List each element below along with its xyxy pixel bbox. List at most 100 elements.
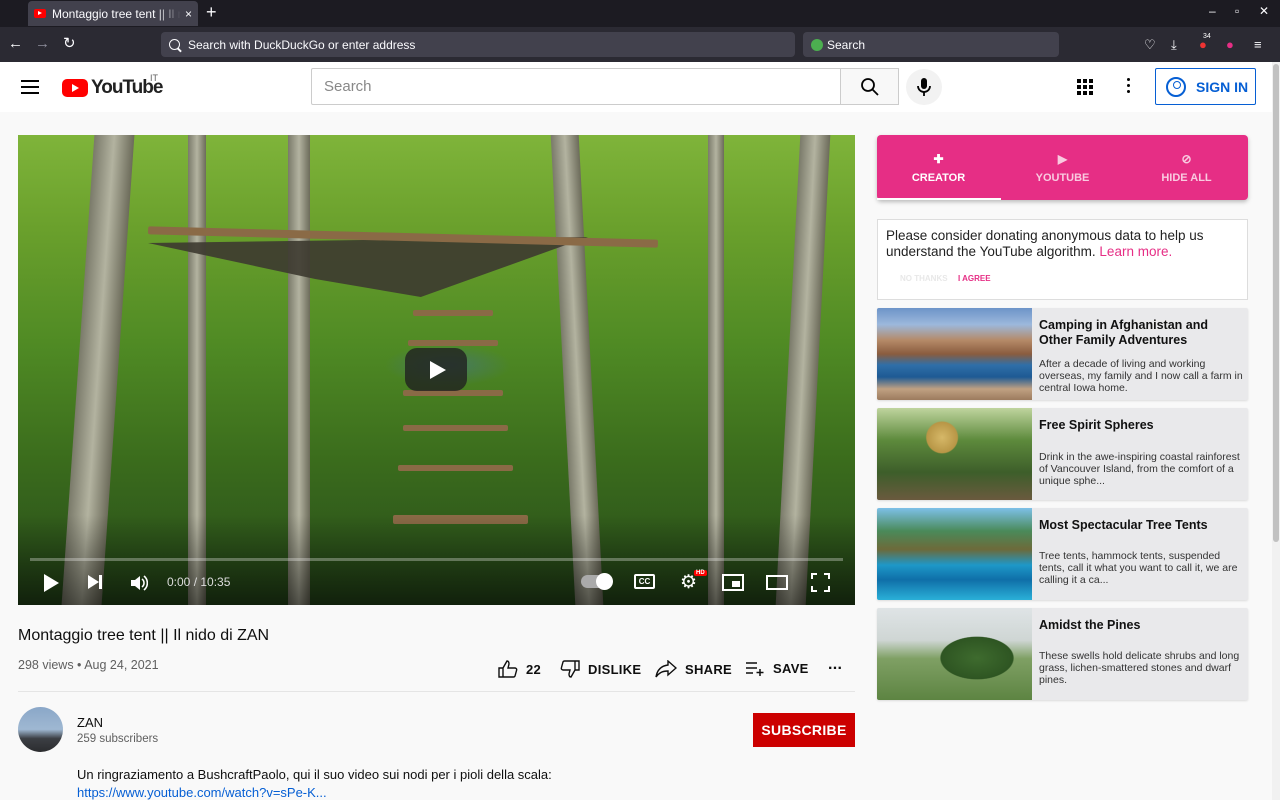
video-description: Un ringraziamento a BushcraftPaolo, qui … [77, 767, 552, 782]
search-icon [860, 77, 879, 96]
tab-close-icon[interactable]: × [185, 7, 192, 21]
big-play-button[interactable] [405, 348, 467, 391]
share-button[interactable]: SHARE [655, 660, 732, 678]
video-frame-rung [408, 340, 498, 346]
save-label: SAVE [773, 660, 809, 676]
card-title: Camping in Afghanistan and Other Family … [1039, 318, 1208, 347]
tab-hide-all[interactable]: ⊘ HIDE ALL [1125, 135, 1248, 200]
thumbs-up-icon [498, 660, 518, 678]
miniplayer-icon[interactable] [722, 574, 744, 591]
sign-in-button[interactable]: SIGN IN [1155, 68, 1256, 105]
dislike-button[interactable]: DISLIKE [560, 660, 641, 678]
apps-grid-icon[interactable] [1077, 79, 1093, 95]
download-icon[interactable]: ⤓ [1171, 37, 1177, 53]
card-thumbnail [877, 608, 1032, 700]
card-thumbnail [877, 308, 1032, 400]
playlist-add-icon [746, 662, 764, 676]
volume-icon[interactable] [130, 575, 148, 591]
like-button[interactable]: 22 [498, 660, 541, 678]
disagree-button[interactable]: NO THANKS [900, 274, 948, 283]
window-close-icon[interactable]: ✕ [1259, 4, 1269, 18]
menu-icon[interactable]: ≡ [1254, 37, 1262, 52]
reload-icon[interactable]: ↻ [63, 35, 76, 53]
sign-in-label: SIGN IN [1196, 78, 1249, 95]
theater-mode-icon[interactable] [766, 575, 788, 590]
video-progress-bar[interactable] [30, 558, 843, 561]
scrollbar-thumb[interactable] [1273, 64, 1279, 542]
autoplay-toggle[interactable] [581, 573, 613, 590]
captions-button[interactable]: CC [634, 574, 655, 589]
recommendation-card[interactable]: Free Spirit Spheres Drink in the awe-ins… [877, 408, 1248, 500]
channel-name[interactable]: ZAN [77, 715, 103, 730]
share-arrow-icon [655, 660, 677, 678]
video-title: Montaggio tree tent || Il nido di ZAN [18, 627, 270, 644]
youtube-icon: ▶ [1057, 151, 1068, 166]
like-count: 22 [526, 661, 542, 677]
browser-search-field[interactable]: Search [803, 32, 1059, 57]
card-title: Most Spectacular Tree Tents [1039, 518, 1208, 532]
dislike-label: DISLIKE [588, 661, 642, 677]
voice-search-button[interactable] [906, 69, 942, 105]
fullscreen-icon[interactable] [811, 573, 830, 592]
save-button[interactable]: SAVE [745, 660, 809, 676]
subscribe-button[interactable]: SUBSCRIBE [753, 713, 855, 747]
divider [18, 691, 855, 692]
youtube-play-logo-icon [62, 79, 88, 97]
video-meta: 298 views • Aug 24, 2021 [18, 658, 159, 672]
maximize-icon[interactable]: ▫ [1235, 4, 1239, 18]
learn-more-link[interactable]: Learn more. [1099, 244, 1172, 259]
account-icon [1166, 76, 1186, 97]
browser-search-placeholder: Search [827, 37, 866, 52]
video-frame-tent [148, 237, 588, 297]
tab-youtube-label: YOUTUBE [1035, 171, 1090, 184]
forward-arrow-icon[interactable]: → [35, 35, 50, 53]
hamburger-menu-icon[interactable] [21, 80, 39, 94]
video-frame-rung [398, 465, 513, 471]
card-title: Free Spirit Spheres [1039, 418, 1154, 432]
next-video-icon[interactable] [88, 575, 102, 589]
card-description: These swells hold delicate shrubs and lo… [1039, 650, 1240, 686]
address-placeholder: Search with DuckDuckGo or enter address [188, 37, 416, 52]
recommendation-card[interactable]: Camping in Afghanistan and Other Family … [877, 308, 1248, 400]
search-icon [169, 39, 180, 50]
hd-badge: HD [694, 570, 707, 576]
tab-creator-label: CREATOR [911, 171, 966, 184]
recommendation-card[interactable]: Most Spectacular Tree Tents Tree tents, … [877, 508, 1248, 600]
duckduckgo-icon [811, 38, 823, 51]
youtube-logo[interactable]: YouTube [62, 77, 163, 99]
extension-icon[interactable]: ● [1226, 37, 1234, 52]
subscriber-count: 259 subscribers [77, 733, 159, 745]
more-actions-icon[interactable]: ... [828, 656, 842, 674]
country-code: IT [150, 73, 158, 83]
new-tab-button[interactable]: + [206, 3, 217, 21]
play-icon[interactable] [44, 574, 59, 592]
pocket-icon[interactable]: ♡ [1144, 37, 1156, 53]
youtube-search-input[interactable] [311, 68, 841, 105]
address-bar[interactable]: Search with DuckDuckGo or enter address [161, 32, 795, 57]
youtube-search-button[interactable] [840, 68, 899, 105]
back-arrow-icon[interactable]: ← [8, 35, 23, 53]
browser-toolbar: ← → ↻ Search with DuckDuckGo or enter ad… [0, 27, 1280, 62]
channel-avatar[interactable] [18, 707, 63, 752]
tab-creator[interactable]: ✚ CREATOR [877, 135, 1001, 200]
extension-badge: 34 [1203, 33, 1211, 40]
browser-tab-active[interactable]: Montaggio tree tent || Il nido di ZAN × [28, 1, 198, 26]
card-description: Drink in the awe-inspiring coastal rainf… [1039, 451, 1240, 487]
agree-button[interactable]: I AGREE [958, 274, 991, 283]
consent-box: Please consider donating anonymous data … [877, 219, 1248, 300]
video-player[interactable]: 0:00 / 10:35 CC ⚙ HD [18, 135, 855, 605]
card-thumbnail [877, 508, 1032, 600]
settings-more-icon[interactable] [1127, 78, 1131, 96]
description-link[interactable]: https://www.youtube.com/watch?v=sPe-K... [77, 785, 327, 800]
tab-title: Montaggio tree tent || Il nido di ZAN [52, 6, 181, 21]
minimize-icon[interactable]: – [1209, 4, 1216, 18]
youtube-favicon-icon [34, 9, 46, 18]
card-thumbnail [877, 408, 1032, 500]
tab-youtube[interactable]: ▶ YOUTUBE [1001, 135, 1124, 200]
microphone-icon [917, 78, 931, 96]
extension-tab-bar: ✚ CREATOR ▶ YOUTUBE ⊘ HIDE ALL [877, 135, 1248, 200]
card-description: After a decade of living and working ove… [1039, 358, 1243, 394]
recommendation-card[interactable]: Amidst the Pines These swells hold delic… [877, 608, 1248, 700]
youtube-header: YouTube IT SIGN IN [0, 62, 1272, 112]
browser-tab-strip: Montaggio tree tent || Il nido di ZAN × … [0, 0, 1280, 27]
